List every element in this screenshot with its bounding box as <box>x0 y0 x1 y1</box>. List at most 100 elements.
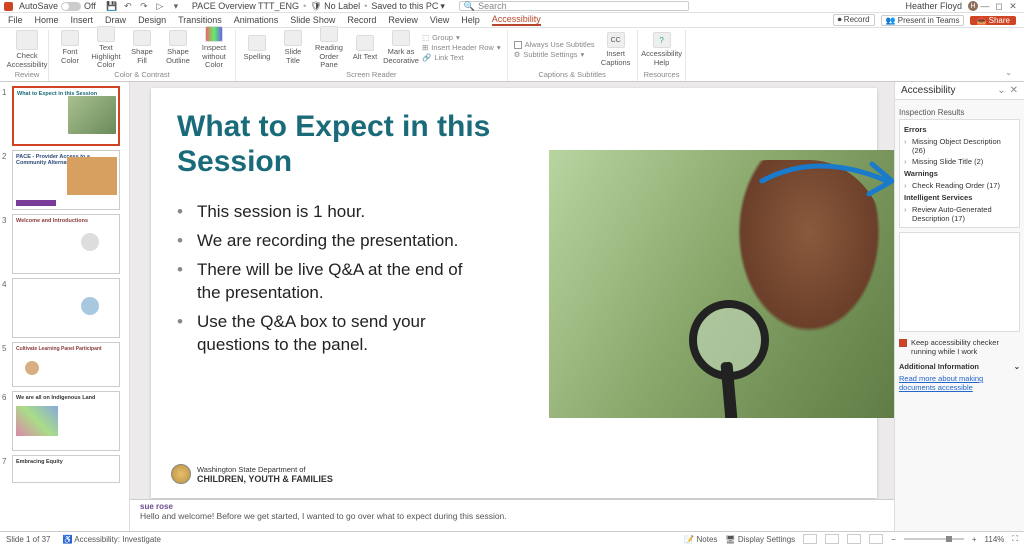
slide-position[interactable]: Slide 1 of 37 <box>6 535 50 544</box>
zoom-in-icon[interactable]: + <box>972 535 977 544</box>
redo-icon[interactable]: ↷ <box>138 1 150 11</box>
notes-button[interactable]: 📝 Notes <box>684 535 717 544</box>
alt-text-button[interactable]: Alt Text <box>350 35 380 61</box>
subtitle-settings-button[interactable]: ⚙ Subtitle Settings ▾ <box>514 50 595 59</box>
thumbnail-4[interactable] <box>12 278 120 338</box>
group-color-contrast: Font Color Text Highlight Color Shape Fi… <box>49 30 236 81</box>
qat-dropdown-icon[interactable]: ▾ <box>170 1 182 11</box>
tab-slideshow[interactable]: Slide Show <box>290 15 335 25</box>
slide[interactable]: What to Expect in this Session •This ses… <box>151 88 877 498</box>
group-label: Screen Reader <box>346 70 396 79</box>
check-accessibility-button[interactable]: Check Accessibility <box>12 30 42 69</box>
thumbnail-1[interactable]: What to Expect in this Session <box>12 86 120 146</box>
accessibility-status[interactable]: ♿ Accessibility: Investigate <box>62 535 160 544</box>
pane-close-icon[interactable]: ✕ <box>1010 85 1018 96</box>
share-button[interactable]: 📤 Share <box>970 16 1016 25</box>
spelling-button[interactable]: Spelling <box>242 35 272 61</box>
bucket-icon <box>133 30 151 46</box>
ribbon: Check Accessibility Review Font Color Te… <box>0 28 1024 82</box>
present-teams-button[interactable]: 👥 Present in Teams <box>881 15 965 26</box>
tab-help[interactable]: Help <box>461 15 480 25</box>
canvas-scroll[interactable]: What to Expect in this Session •This ses… <box>130 82 894 499</box>
accessibility-help-button[interactable]: ?Accessibility Help <box>647 32 677 67</box>
user-account[interactable]: Heather Floyd H <box>905 1 978 11</box>
errors-category[interactable]: Errors <box>904 125 1015 134</box>
tab-review[interactable]: Review <box>388 15 418 25</box>
sorter-view-icon[interactable] <box>825 534 839 544</box>
thumbnail-2[interactable]: PACE - Provider Access to a Community Al… <box>12 150 120 210</box>
thumbnail-5[interactable]: Cultivate Learning Panel Participant <box>12 342 120 387</box>
always-subtitles-checkbox[interactable]: Always Use Subtitles <box>514 40 595 49</box>
tab-file[interactable]: File <box>8 15 23 25</box>
undo-icon[interactable]: ↶ <box>122 1 134 11</box>
tab-animations[interactable]: Animations <box>234 15 279 25</box>
tab-insert[interactable]: Insert <box>71 15 94 25</box>
fit-window-icon[interactable]: ⛶ <box>1012 534 1018 544</box>
details-box <box>899 232 1020 332</box>
slide-photo[interactable] <box>549 150 894 418</box>
search-placeholder: Search <box>478 1 507 11</box>
zoom-out-icon[interactable]: − <box>891 535 896 544</box>
checkbox-icon <box>514 41 522 49</box>
chevron-down-icon[interactable]: ⌄ <box>997 85 1005 96</box>
slide-title-button[interactable]: Slide Title <box>278 30 308 65</box>
shape-fill-button[interactable]: Shape Fill <box>127 30 157 65</box>
warning-item[interactable]: Check Reading Order (17) <box>904 180 1015 191</box>
save-dropdown-icon[interactable]: ▾ <box>440 1 445 12</box>
spelling-icon <box>248 35 266 51</box>
autosave-toggle[interactable]: AutoSave Off <box>19 1 96 11</box>
tab-home[interactable]: Home <box>35 15 59 25</box>
toggle-switch[interactable] <box>61 2 81 11</box>
slide-bullets[interactable]: •This session is 1 hour. •We are recordi… <box>177 201 477 357</box>
keep-running-checkbox[interactable]: Keep accessibility checker running while… <box>899 338 1020 356</box>
reading-view-icon[interactable] <box>847 534 861 544</box>
app-icon <box>4 2 13 11</box>
alt-text-icon <box>356 35 374 51</box>
text-highlight-button[interactable]: Text Highlight Color <box>91 26 121 69</box>
insert-captions-button[interactable]: CCInsert Captions <box>601 32 631 67</box>
search-icon: 🔍 <box>464 1 475 12</box>
slideshow-view-icon[interactable] <box>869 534 883 544</box>
normal-view-icon[interactable] <box>803 534 817 544</box>
group-button[interactable]: ⬚ Group ▾ <box>422 33 501 42</box>
tab-record[interactable]: Record <box>347 15 376 25</box>
inspect-without-color-button[interactable]: Inspect without Color <box>199 26 229 69</box>
collapse-ribbon-icon[interactable]: ⌄ <box>999 68 1018 81</box>
search-box[interactable]: 🔍 Search <box>459 1 689 11</box>
from-beginning-icon[interactable]: ▷ <box>154 1 166 11</box>
list-icon <box>320 26 338 42</box>
maximize-icon[interactable]: ◻ <box>992 1 1006 12</box>
zoom-level[interactable]: 114% <box>985 535 1005 544</box>
tab-view[interactable]: View <box>430 15 449 25</box>
zoom-slider[interactable] <box>904 538 964 540</box>
additional-info-header[interactable]: Additional Information⌄ <box>899 362 1020 371</box>
mark-decorative-button[interactable]: Mark as Decorative <box>386 30 416 65</box>
display-settings-button[interactable]: 🖥 Display Settings <box>725 535 795 544</box>
close-icon[interactable]: ✕ <box>1006 1 1020 12</box>
bullet-icon: • <box>177 259 183 305</box>
thumbnail-3[interactable]: Welcome and Introductions <box>12 214 120 274</box>
sensitivity-label[interactable]: 🛡 No Label <box>310 1 360 12</box>
insert-header-row-button[interactable]: ⊞ Insert Header Row ▾ <box>422 43 501 52</box>
slide-title[interactable]: What to Expect in this Session <box>177 110 537 179</box>
font-color-button[interactable]: Font Color <box>55 30 85 65</box>
notes-pane[interactable]: sue rose Hello and welcome! Before we ge… <box>130 499 894 531</box>
tab-draw[interactable]: Draw <box>105 15 126 25</box>
warnings-category[interactable]: Warnings <box>904 169 1015 178</box>
record-button[interactable]: ⏺ Record <box>833 14 875 26</box>
tab-design[interactable]: Design <box>138 15 166 25</box>
intel-item[interactable]: Review Auto-Generated Description (17) <box>904 204 1015 224</box>
intelligent-category[interactable]: Intelligent Services <box>904 193 1015 202</box>
tab-accessibility[interactable]: Accessibility <box>492 14 541 26</box>
thumbnail-6[interactable]: We are all on Indigenous Land <box>12 391 120 451</box>
link-text-button[interactable]: 🔗 Link Text <box>422 53 501 62</box>
shape-outline-button[interactable]: Shape Outline <box>163 30 193 65</box>
error-item[interactable]: Missing Object Description (26) <box>904 136 1015 156</box>
learn-more-link[interactable]: Read more about making documents accessi… <box>899 374 1020 392</box>
save-icon[interactable]: 💾 <box>106 1 118 11</box>
tab-transitions[interactable]: Transitions <box>178 15 222 25</box>
error-item[interactable]: Missing Slide Title (2) <box>904 156 1015 167</box>
minimize-icon[interactable]: — <box>978 1 992 11</box>
reading-order-button[interactable]: Reading Order Pane <box>314 26 344 69</box>
thumbnail-7[interactable]: Embracing Equity <box>12 455 120 483</box>
